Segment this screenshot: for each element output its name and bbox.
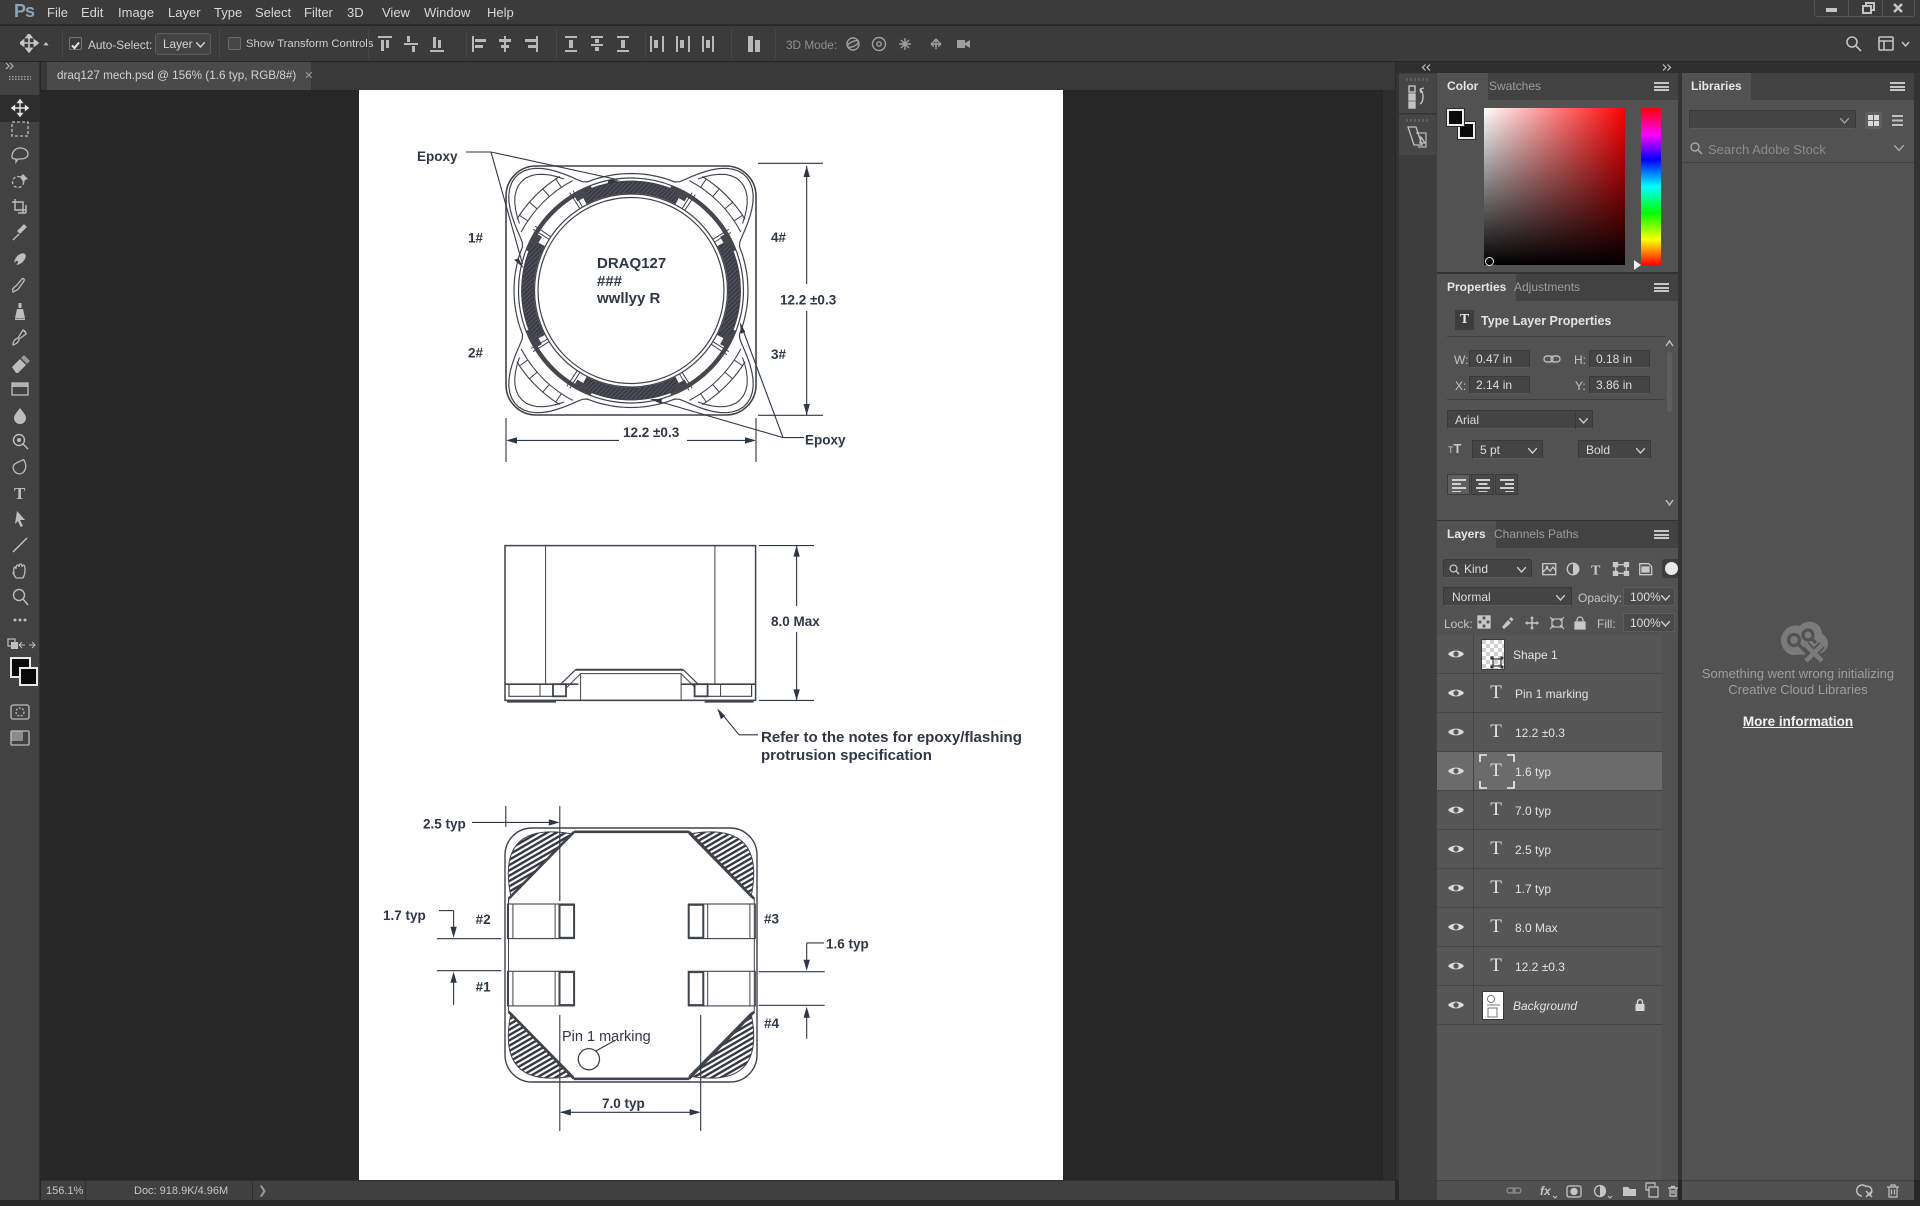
svg-text:1.6 typ: 1.6 typ [826,937,869,952]
svg-text:#4: #4 [764,1016,780,1031]
svg-text:7.0 typ: 7.0 typ [602,1096,645,1111]
svg-text:2.5 typ: 2.5 typ [423,817,466,832]
svg-text:Pin 1 marking: Pin 1 marking [562,1029,651,1045]
svg-text:T: T [14,484,26,503]
svg-text:T: T [1591,564,1601,577]
svg-text:#2: #2 [476,912,491,927]
svg-text:2#: 2# [468,346,484,361]
svg-text:#3: #3 [764,912,780,927]
svg-text:Refer to the notes for epoxy/f: Refer to the notes for epoxy/flashing [761,729,1022,746]
svg-text:12.2 ±0.3: 12.2 ±0.3 [623,425,680,440]
svg-text:protrusion specification: protrusion specification [761,747,932,764]
svg-text:#1: #1 [476,980,492,995]
svg-text:wwllyy R: wwllyy R [596,290,661,307]
svg-text:DRAQ127: DRAQ127 [597,255,666,272]
svg-text:###: ### [597,273,623,290]
svg-text:4#: 4# [771,230,787,245]
svg-text:8.0 Max: 8.0 Max [771,614,820,629]
svg-text:12.2 ±0.3: 12.2 ±0.3 [780,293,837,308]
svg-text:Epoxy: Epoxy [417,149,458,164]
svg-text:Epoxy: Epoxy [805,433,846,448]
svg-text:fx: fx [1540,1184,1552,1198]
svg-text:3#: 3# [771,347,787,362]
svg-text:1#: 1# [468,231,484,246]
svg-text:1.7 typ: 1.7 typ [383,908,426,923]
